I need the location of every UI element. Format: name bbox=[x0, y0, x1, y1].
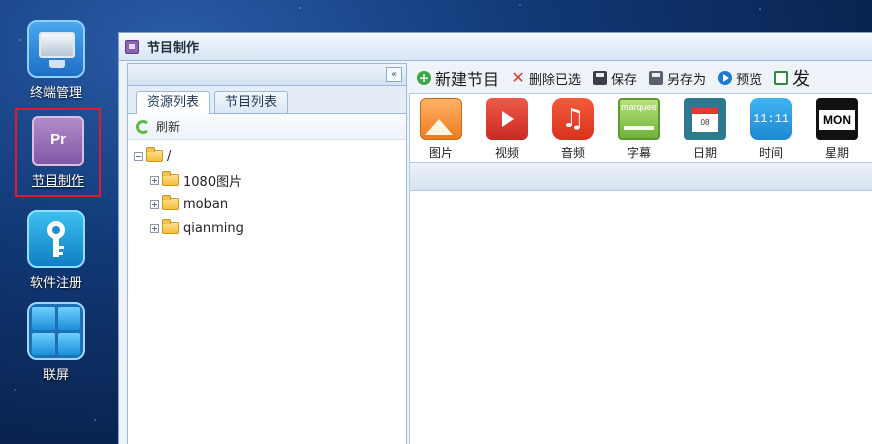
refresh-button[interactable]: 刷新 bbox=[128, 114, 406, 140]
folder-open-icon bbox=[146, 147, 163, 162]
resource-tree: − / + 1080图片 + moban + qianming bbox=[128, 140, 406, 240]
media-label: 时间 bbox=[758, 146, 783, 160]
video-icon bbox=[486, 98, 528, 140]
editor-panel: + 新建节目 ✕ 删除已选 保存 另存为 预览 发 图片 视频 ♫ 音频 mar… bbox=[409, 63, 872, 444]
save-disk-icon bbox=[593, 71, 608, 85]
media-weekday[interactable]: MON 星期 bbox=[814, 98, 860, 161]
preview-label: 预览 bbox=[736, 72, 763, 88]
editor-toolbar: + 新建节目 ✕ 删除已选 保存 另存为 预览 发 bbox=[409, 63, 872, 93]
calendar-icon-text: 08 bbox=[692, 108, 718, 132]
screen-grid-icon bbox=[27, 302, 85, 360]
media-label: 视频 bbox=[494, 146, 519, 160]
publish-button[interactable]: 发 bbox=[774, 65, 810, 91]
save-as-label: 另存为 bbox=[667, 72, 707, 88]
desktop-item-label: 终端管理 bbox=[29, 86, 82, 101]
marquee-icon-text: marquee bbox=[621, 102, 657, 112]
program-canvas[interactable] bbox=[409, 191, 872, 444]
media-label: 星期 bbox=[824, 146, 849, 160]
premiere-icon: Pr bbox=[32, 116, 84, 166]
marquee-icon: marquee bbox=[618, 98, 660, 140]
picture-icon bbox=[420, 98, 462, 140]
desktop-item-software-register[interactable]: 软件注册 bbox=[18, 210, 94, 291]
preview-button[interactable]: 预览 bbox=[718, 69, 762, 88]
tree-item-folder[interactable]: + 1080图片 bbox=[134, 168, 406, 192]
folder-icon bbox=[162, 195, 179, 210]
save-as-button[interactable]: 另存为 bbox=[649, 69, 706, 88]
media-component-strip: 图片 视频 ♫ 音频 marquee 字幕 08 日期 11:11 时间 MON… bbox=[409, 93, 872, 163]
delete-selected-label: 删除已选 bbox=[529, 72, 582, 88]
tree-item-label: / bbox=[167, 148, 172, 164]
weekday-calendar-icon: MON bbox=[816, 98, 858, 140]
key-icon bbox=[27, 210, 85, 268]
collapse-node-icon[interactable]: − bbox=[134, 151, 143, 161]
desktop-item-label: 联屏 bbox=[42, 368, 69, 383]
refresh-label: 刷新 bbox=[156, 120, 181, 134]
desktop-item-terminal-management[interactable]: 终端管理 bbox=[18, 20, 94, 101]
media-label: 图片 bbox=[428, 146, 453, 160]
resource-panel: « 资源列表 节目列表 刷新 − / + 1080图片 + moban + qi… bbox=[127, 63, 407, 444]
save-button[interactable]: 保存 bbox=[593, 69, 637, 88]
program-list-header bbox=[409, 163, 872, 191]
tree-item-label: qianming bbox=[183, 220, 244, 236]
delete-selected-button[interactable]: ✕ 删除已选 bbox=[511, 69, 581, 88]
media-marquee[interactable]: marquee 字幕 bbox=[616, 98, 662, 161]
media-label: 日期 bbox=[692, 146, 717, 160]
window-app-icon bbox=[125, 39, 139, 54]
calendar-icon: 08 bbox=[684, 98, 726, 140]
program-production-window: 节目制作 « 资源列表 节目列表 刷新 − / + 1080图片 + moban… bbox=[118, 32, 872, 444]
window-title: 节目制作 bbox=[147, 41, 200, 56]
save-as-disk-icon bbox=[649, 71, 664, 85]
tree-item-folder[interactable]: + moban bbox=[134, 192, 406, 216]
premiere-icon-text: Pr bbox=[50, 131, 66, 148]
media-picture[interactable]: 图片 bbox=[418, 98, 464, 161]
delete-x-icon: ✕ bbox=[511, 68, 525, 87]
save-label: 保存 bbox=[611, 72, 638, 88]
publish-label: 发 bbox=[792, 69, 811, 90]
panel-tabs: 资源列表 节目列表 bbox=[128, 86, 406, 114]
tree-item-label: moban bbox=[183, 196, 229, 212]
desktop-item-label: 节目制作 bbox=[31, 174, 84, 189]
desktop-item-program-production[interactable]: Pr 节目制作 bbox=[15, 108, 101, 197]
media-audio[interactable]: ♫ 音频 bbox=[550, 98, 596, 161]
collapse-panel-button[interactable]: « bbox=[386, 67, 402, 82]
expand-node-icon[interactable]: + bbox=[150, 175, 159, 185]
desktop-item-label: 软件注册 bbox=[29, 276, 82, 291]
music-note-icon: ♫ bbox=[552, 98, 594, 140]
new-program-label: 新建节目 bbox=[435, 70, 500, 89]
tab-program-list[interactable]: 节目列表 bbox=[214, 91, 289, 113]
tab-resource-list[interactable]: 资源列表 bbox=[136, 91, 211, 114]
clock-icon: 11:11 bbox=[750, 98, 792, 140]
expand-node-icon[interactable]: + bbox=[150, 199, 159, 209]
media-time[interactable]: 11:11 时间 bbox=[748, 98, 794, 161]
play-circle-icon bbox=[718, 71, 733, 85]
window-titlebar[interactable]: 节目制作 bbox=[119, 33, 872, 61]
weekday-icon-text: MON bbox=[819, 110, 855, 130]
expand-node-icon[interactable]: + bbox=[150, 223, 159, 233]
new-program-button[interactable]: + 新建节目 bbox=[417, 66, 499, 90]
publish-icon bbox=[774, 71, 789, 85]
media-date[interactable]: 08 日期 bbox=[682, 98, 728, 161]
media-label: 音频 bbox=[560, 146, 585, 160]
media-video[interactable]: 视频 bbox=[484, 98, 530, 161]
refresh-icon bbox=[136, 119, 150, 134]
media-label: 字幕 bbox=[626, 146, 651, 160]
monitor-icon bbox=[27, 20, 85, 78]
desktop-item-joint-screen[interactable]: 联屏 bbox=[18, 302, 94, 383]
plus-circle-icon: + bbox=[417, 71, 431, 85]
panel-header: « bbox=[128, 64, 406, 86]
tree-item-folder[interactable]: + qianming bbox=[134, 216, 406, 240]
folder-icon bbox=[162, 171, 179, 186]
tree-item-root[interactable]: − / bbox=[134, 144, 406, 168]
folder-icon bbox=[162, 219, 179, 234]
tree-item-label: 1080图片 bbox=[183, 174, 243, 190]
